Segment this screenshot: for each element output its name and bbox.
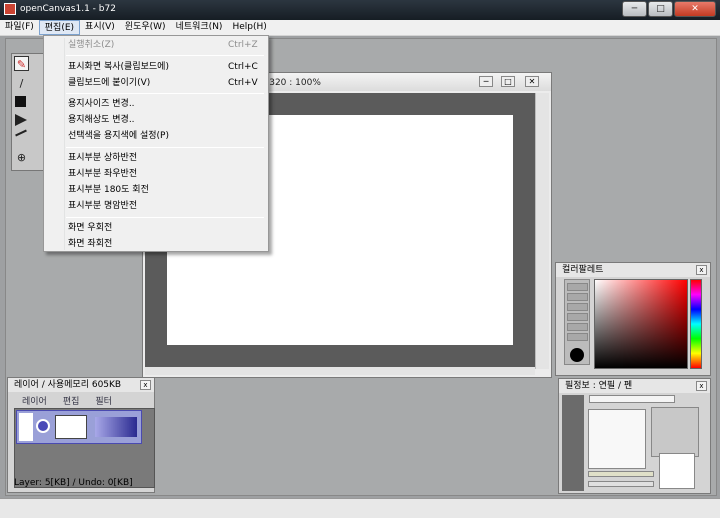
menu-item-rotate-left[interactable]: 화면 좌회전 <box>68 237 264 251</box>
app-window: openCanvas1.1 - b72 ─ □ ✕ 파일(F) 편집(E) 표시… <box>0 0 720 518</box>
layer-opacity-gradient[interactable] <box>95 417 137 437</box>
pen-panel-title: 필정보 : 연필 / 펜 <box>559 379 710 393</box>
layer-tab[interactable]: 레이어 <box>22 394 47 407</box>
fill-tool-icon[interactable] <box>15 114 27 126</box>
menu-item-paper-size[interactable]: 용지사이즈 변경.. <box>68 97 264 111</box>
layer-row[interactable] <box>16 410 142 444</box>
menu-item-label: 표시부분 명암반전 <box>68 201 138 211</box>
hue-slider[interactable] <box>690 279 702 369</box>
menu-item-undo[interactable]: 실행취소(Z) Ctrl+Z <box>68 38 264 52</box>
layer-lock-icon[interactable] <box>36 419 50 433</box>
pen-slider[interactable] <box>588 471 654 477</box>
menu-item-flip-vertical[interactable]: 표시부분 상하반전 <box>68 151 264 165</box>
layer-panel: 레이어 / 사용메모리 605KB x 레이어 편집 필터 Layer: 5[K… <box>7 377 155 493</box>
menu-item-rotate-right[interactable]: 화면 우회전 <box>68 221 264 235</box>
swatch-cell[interactable] <box>567 323 588 331</box>
menu-help[interactable]: Help(H) <box>227 20 271 35</box>
menu-item-selected-color-paper[interactable]: 선택색을 용지색에 설정(P) <box>68 129 264 143</box>
palette-panel-close-button[interactable]: x <box>696 265 707 275</box>
pen-slider[interactable] <box>588 481 654 487</box>
menu-item-label: 실행취소(Z) <box>68 40 115 50</box>
menu-item-paste[interactable]: 클립보드에 붙이기(V) Ctrl+V <box>68 76 264 90</box>
menu-separator <box>66 147 264 148</box>
pen-info-panel: 필정보 : 연필 / 펜 x <box>558 378 711 494</box>
swatch-cell[interactable] <box>567 293 588 301</box>
menu-view[interactable]: 표시(V) <box>80 20 120 35</box>
menu-network[interactable]: 네트워크(N) <box>171 20 228 35</box>
swatch-cell[interactable] <box>567 313 588 321</box>
canvas-minimize-button[interactable]: ─ <box>479 76 493 87</box>
menu-item-label: 화면 좌회전 <box>68 239 113 249</box>
brush-tool-list[interactable] <box>562 395 584 491</box>
maximize-button[interactable]: □ <box>648 1 673 17</box>
menu-separator <box>66 55 264 56</box>
menu-window[interactable]: 윈도우(W) <box>120 20 171 35</box>
menu-item-rotate-180[interactable]: 표시부분 180도 회전 <box>68 183 264 197</box>
menu-item-label: 화면 우회전 <box>68 223 113 233</box>
close-button[interactable]: ✕ <box>674 1 716 17</box>
menu-item-flip-horizontal[interactable]: 표시부분 좌우반전 <box>68 167 264 181</box>
menu-item-shortcut: Ctrl+V <box>228 78 258 88</box>
swatch-cell[interactable] <box>567 303 588 311</box>
title-bar[interactable]: openCanvas1.1 - b72 ─ □ ✕ <box>0 0 720 20</box>
minimize-button[interactable]: ─ <box>622 1 647 17</box>
swatch-cell[interactable] <box>567 333 588 341</box>
edit-menu-dropdown: 실행취소(Z) Ctrl+Z 표시화면 복사(클립보드에) Ctrl+C 클립보… <box>43 35 269 252</box>
menu-item-label: 용지사이즈 변경.. <box>68 99 135 109</box>
layer-status: Layer: 5[KB] / Undo: 0[KB] <box>14 478 133 488</box>
menu-item-label: 표시부분 180도 회전 <box>68 185 149 195</box>
menu-separator <box>66 93 264 94</box>
canvas-horizontal-scrollbar[interactable] <box>145 367 535 375</box>
filter-tab[interactable]: 필터 <box>95 394 112 407</box>
menu-item-paper-resolution[interactable]: 용지해상도 변경.. <box>68 113 264 127</box>
foreground-color-swatch[interactable] <box>15 96 26 107</box>
menu-item-shortcut: Ctrl+C <box>228 62 258 72</box>
swatch-cell[interactable] <box>567 283 588 291</box>
layer-list <box>14 408 155 488</box>
toolbox-panel: ✎ / ⊕ <box>11 53 47 171</box>
layer-visibility-icon[interactable] <box>19 413 33 441</box>
menu-separator <box>66 217 264 218</box>
canvas-close-button[interactable]: ✕ <box>525 76 539 87</box>
brush-options[interactable] <box>651 407 699 457</box>
pressure-curve[interactable] <box>659 453 695 489</box>
menu-item-shortcut: Ctrl+Z <box>228 40 258 50</box>
pencil-tool-icon[interactable]: ✎ <box>14 56 29 71</box>
menu-file[interactable]: 파일(F) <box>0 20 39 35</box>
menu-bar: 파일(F) 편집(E) 표시(V) 윈도우(W) 네트워크(N) Help(H) <box>0 20 720 36</box>
menu-item-label: 선택색을 용지색에 설정(P) <box>68 131 169 141</box>
canvas-maximize-button[interactable]: □ <box>501 76 515 87</box>
menu-item-label: 용지해상도 변경.. <box>68 115 135 125</box>
line-tool-icon[interactable] <box>15 129 27 137</box>
layer-thumbnail <box>55 415 87 439</box>
menu-item-label: 표시부분 좌우반전 <box>68 169 138 179</box>
current-color-indicator <box>570 348 584 362</box>
window-title: openCanvas1.1 - b72 <box>20 4 116 14</box>
zoom-tool-icon[interactable]: ⊕ <box>14 150 29 165</box>
color-swatches <box>564 279 590 365</box>
status-bar <box>0 498 720 518</box>
saturation-value-picker[interactable] <box>594 279 688 369</box>
layer-panel-close-button[interactable]: x <box>140 380 151 390</box>
menu-item-invert-brightness[interactable]: 표시부분 명암반전 <box>68 199 264 213</box>
layer-panel-title: 레이어 / 사용메모리 605KB <box>8 378 154 392</box>
menu-gutter <box>64 38 65 250</box>
menu-edit[interactable]: 편집(E) <box>38 20 81 35</box>
pen-panel-close-button[interactable]: x <box>696 381 707 391</box>
canvas-vertical-scrollbar[interactable] <box>535 93 549 369</box>
menu-item-label: 클립보드에 붙이기(V) <box>68 78 151 88</box>
color-palette-panel: 컬러팔레트 x <box>555 262 711 376</box>
palette-panel-title: 컬러팔레트 <box>556 263 710 277</box>
brush-size-slider[interactable] <box>589 395 675 403</box>
menu-item-copy[interactable]: 표시화면 복사(클립보드에) Ctrl+C <box>68 60 264 74</box>
brush-preview <box>588 409 646 469</box>
dropper-tool-icon[interactable]: / <box>14 76 29 91</box>
menu-item-label: 표시화면 복사(클립보드에) <box>68 62 169 72</box>
app-icon <box>4 3 16 15</box>
edit-tab[interactable]: 편집 <box>63 394 80 407</box>
menu-item-label: 표시부분 상하반전 <box>68 153 138 163</box>
